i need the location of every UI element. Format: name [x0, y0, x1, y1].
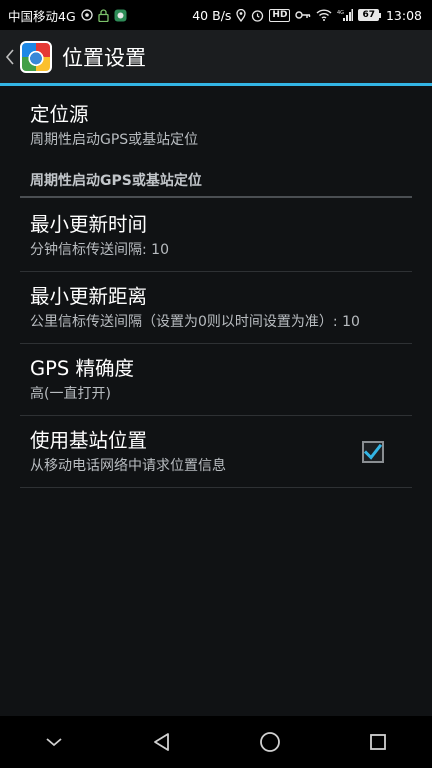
app-logo-icon[interactable] — [20, 40, 52, 73]
use-cell-location-checkbox[interactable] — [362, 440, 384, 463]
hd-badge: HD — [269, 8, 291, 22]
battery-level: 67 — [358, 9, 379, 21]
pref-min-update-time[interactable]: 最小更新时间 分钟信标传送间隔: 10 — [20, 198, 412, 272]
status-left: 中国移动4G — [8, 6, 127, 25]
action-bar: 位置设置 — [0, 30, 432, 86]
pref-title: 最小更新时间 — [30, 213, 148, 236]
pref-summary: 周期性启动GPS或基站定位 — [30, 132, 199, 148]
navigation-bar — [0, 716, 432, 768]
key-icon — [295, 10, 311, 20]
pref-summary: 从移动电话网络中请求位置信息 — [30, 458, 226, 474]
lock-icon — [97, 8, 109, 22]
pref-title: 定位源 — [30, 103, 89, 126]
pref-location-source[interactable]: 定位源 周期性启动GPS或基站定位 — [20, 89, 412, 164]
status-bar: 中国移动4G 40 B/s HD 4G 67 13:08 — [0, 0, 432, 30]
carrier-label: 中国移动4G — [8, 8, 76, 24]
preference-list: 定位源 周期性启动GPS或基站定位 周期性启动GPS或基站定位 最小更新时间 分… — [20, 89, 412, 488]
net-speed: 40 B/s — [192, 7, 232, 23]
wifi-icon — [316, 9, 332, 21]
alarm-icon — [251, 9, 264, 22]
pref-summary: 公里信标传送间隔（设置为0则以时间设置为准）: 10 — [30, 314, 360, 330]
app-notification-icon — [114, 9, 127, 22]
circle-home-icon[interactable] — [240, 716, 300, 768]
location-pin-icon — [236, 8, 247, 22]
pref-summary: 高(一直打开) — [30, 386, 111, 402]
category-header: 周期性启动GPS或基站定位 — [20, 164, 412, 198]
clock: 13:08 — [385, 7, 422, 23]
svg-text:4G: 4G — [337, 10, 344, 16]
checkmark-icon — [364, 443, 382, 460]
square-recent-icon[interactable] — [348, 716, 408, 768]
status-right: 40 B/s HD 4G 67 13:08 — [192, 8, 422, 23]
pref-summary: 分钟信标传送间隔: 10 — [30, 242, 169, 258]
pref-use-cell-location[interactable]: 使用基站位置 从移动电话网络中请求位置信息 — [20, 416, 412, 488]
pref-gps-accuracy[interactable]: GPS 精确度 高(一直打开) — [20, 344, 412, 416]
page-title: 位置设置 — [62, 45, 146, 70]
chevron-left-icon[interactable] — [2, 29, 18, 85]
chevron-down-icon[interactable] — [24, 716, 84, 768]
cell-signal-icon: 4G — [337, 9, 354, 21]
wifi-hotspot-icon — [80, 9, 93, 21]
pref-title: 使用基站位置 — [30, 429, 148, 452]
triangle-back-icon[interactable] — [132, 716, 192, 768]
pref-title: GPS 精确度 — [30, 357, 134, 380]
pref-title: 最小更新距离 — [30, 285, 148, 308]
pref-min-update-distance[interactable]: 最小更新距离 公里信标传送间隔（设置为0则以时间设置为准）: 10 — [20, 272, 412, 344]
battery-icon: 67 — [358, 9, 381, 21]
